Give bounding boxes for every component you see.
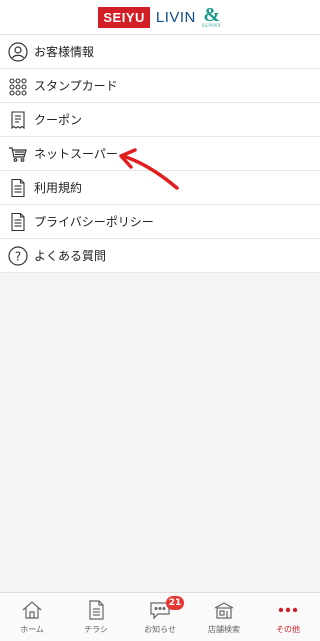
menu-item-coupon[interactable]: クーポン [0,103,320,137]
menu-item-label: プライバシーポリシー [34,215,154,229]
menu-item-stamp-card[interactable]: スタンプカード [0,69,320,103]
red-arrow-icon [119,148,179,190]
tab-news[interactable]: 21 お知らせ [128,593,192,641]
menu-item-privacy-policy[interactable]: プライバシーポリシー [0,205,320,239]
tab-flyer[interactable]: チラシ [64,593,128,641]
menu-item-faq[interactable]: ? よくある質問 [0,239,320,273]
notification-badge: 21 [166,596,184,610]
store-icon [213,599,235,621]
menu-item-label: 利用規約 [34,181,83,195]
stamp-grid-icon [8,76,28,96]
tab-label: チラシ [84,625,108,634]
person-circle-icon [8,41,28,62]
tab-home[interactable]: ホーム [0,593,64,641]
sunny-text: SUNNY [201,23,222,29]
shopping-cart-icon [8,144,28,164]
tab-more[interactable]: その他 [256,593,320,641]
question-circle-icon: ? [8,245,28,266]
bottom-tab-bar: ホーム チラシ 21 お知らせ 店舗検索 その他 [0,592,320,641]
menu-item-label: クーポン [34,113,83,127]
livin-logo: LIVIN [155,8,196,26]
flyer-icon [85,599,107,621]
home-icon [21,599,43,621]
tab-label: 店舗検索 [208,625,240,634]
seiyu-logo: SEIYU [98,6,150,28]
sunny-ampersand: & [203,3,221,26]
tab-label: ホーム [20,625,44,634]
document-icon [8,212,28,232]
svg-text:?: ? [15,249,21,263]
app-header: SEIYU LIVIN & SUNNY [0,0,320,35]
sunny-logo: & SUNNY [201,3,222,29]
tab-label: その他 [276,625,300,634]
menu-item-label: お客様情報 [34,45,95,59]
more-dots-icon [277,599,299,621]
coupon-receipt-icon [8,110,28,130]
menu-item-label: スタンプカード [34,79,118,93]
menu-item-label: ネットスーパー [34,147,118,161]
tab-label: お知らせ [144,625,176,634]
menu-item-label: よくある質問 [34,249,107,263]
document-icon [8,178,28,198]
tab-store-search[interactable]: 店舗検索 [192,593,256,641]
menu-item-customer-info[interactable]: お客様情報 [0,35,320,69]
